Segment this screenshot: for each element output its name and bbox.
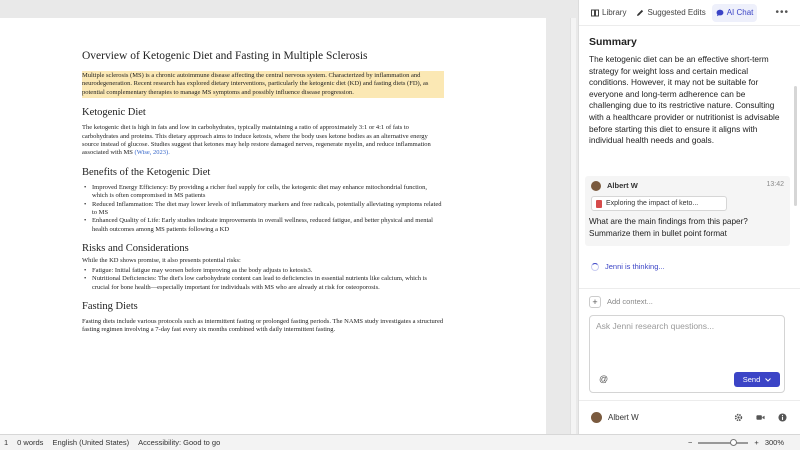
zoom-slider-knob[interactable] xyxy=(730,438,738,446)
citation-link[interactable]: (Wise, 2023). xyxy=(135,149,170,156)
keto-paragraph: The ketogenic diet is high in fats and l… xyxy=(82,124,444,158)
footer-icons xyxy=(734,413,787,422)
zoom-slider[interactable] xyxy=(698,438,749,446)
list-item: Enhanced Quality of Life: Early studies … xyxy=(82,217,444,234)
keto-heading: Ketogenic Diet xyxy=(82,107,146,119)
gear-icon[interactable] xyxy=(734,413,743,422)
zoom-controls: − + 300% xyxy=(688,438,784,447)
info-icon[interactable] xyxy=(778,413,787,422)
fasting-paragraph: Fasting diets include various protocols … xyxy=(82,317,444,334)
pencil-icon xyxy=(637,9,644,16)
summary-title: Summary xyxy=(589,36,637,48)
send-label: Send xyxy=(742,375,761,384)
tab-suggested-edits[interactable]: Suggested Edits xyxy=(632,4,709,22)
spinner-icon xyxy=(591,262,599,271)
attachment-label: Exploring the impact of keto... xyxy=(606,200,699,207)
scrollbar-thumb[interactable] xyxy=(794,86,797,206)
chat-icon xyxy=(716,9,724,16)
more-options-icon[interactable]: ••• xyxy=(775,7,789,18)
panel-scrollbar[interactable] xyxy=(794,26,799,288)
risks-heading: Risks and Considerations xyxy=(82,243,189,255)
message-text: What are the main findings from this pap… xyxy=(589,217,748,238)
pdf-icon xyxy=(596,199,602,208)
video-icon[interactable] xyxy=(756,413,765,422)
message-time: 13:42 xyxy=(766,181,784,188)
highlighted-intro: Multiple sclerosis (MS) is a chronic aut… xyxy=(82,71,444,99)
document-title: Overview of Ketogenic Diet and Fasting i… xyxy=(82,50,368,62)
chevron-down-icon xyxy=(765,377,772,382)
word-count[interactable]: 0 words xyxy=(17,438,43,447)
avatar xyxy=(591,181,601,191)
thinking-text: Jenni is thinking... xyxy=(605,262,665,271)
chat-history[interactable]: Summary The ketogenic diet can be an eff… xyxy=(579,26,800,288)
message-author: Albert W xyxy=(607,181,638,190)
add-context-button[interactable]: + xyxy=(589,295,601,308)
panel-footer: Albert W xyxy=(579,400,800,434)
library-icon xyxy=(591,9,599,16)
user-message: Albert W 13:42 Exploring the impact of k… xyxy=(585,176,790,246)
document-scrollbar[interactable] xyxy=(570,18,576,434)
zoom-level[interactable]: 300% xyxy=(765,438,784,447)
list-item: Nutritional Deficiencies: The diet's low… xyxy=(82,275,444,292)
zoom-out-button[interactable]: − xyxy=(688,438,692,447)
tab-library[interactable]: Library xyxy=(587,4,630,22)
risks-list: Fatigue: Initial fatigue may worsen befo… xyxy=(82,267,444,292)
add-context-label[interactable]: Add context... xyxy=(607,297,653,306)
panel-tabs: Library Suggested Edits AI Chat ••• xyxy=(579,0,800,26)
send-button[interactable]: Send xyxy=(734,372,780,387)
list-item: Improved Energy Efficiency: By providing… xyxy=(82,184,444,201)
page-number: 1 xyxy=(4,438,9,447)
risks-intro: While the KD shows promise, it also pres… xyxy=(82,257,241,265)
language-status[interactable]: English (United States) xyxy=(52,438,129,447)
mention-button[interactable]: @ xyxy=(599,374,608,384)
tab-ai-chat-label: AI Chat xyxy=(726,8,754,17)
accessibility-status[interactable]: Accessibility: Good to go xyxy=(138,438,220,447)
avatar[interactable] xyxy=(591,412,602,423)
tab-ai-chat[interactable]: AI Chat xyxy=(711,3,758,22)
chat-input[interactable] xyxy=(596,321,780,361)
footer-user-name: Albert W xyxy=(608,413,639,422)
fasting-heading: Fasting Diets xyxy=(82,300,138,312)
document-area: Overview of Ketogenic Diet and Fasting i… xyxy=(0,0,578,434)
tab-library-label: Library xyxy=(602,8,627,17)
ai-side-panel: Library Suggested Edits AI Chat ••• Summ… xyxy=(578,0,800,434)
intro-paragraph: Multiple sclerosis (MS) is a chronic aut… xyxy=(82,71,444,99)
summary-text: The ketogenic diet can be an effective s… xyxy=(589,54,780,146)
zoom-in-button[interactable]: + xyxy=(754,438,758,447)
document-page[interactable]: Overview of Ketogenic Diet and Fasting i… xyxy=(0,18,546,434)
context-row: + Add context... xyxy=(579,288,800,314)
chat-input-box: @ Send xyxy=(589,315,785,393)
benefits-heading: Benefits of the Ketogenic Diet xyxy=(82,166,211,178)
list-item: Reduced Inflammation: The diet may lower… xyxy=(82,201,444,218)
list-item: Fatigue: Initial fatigue may worsen befo… xyxy=(82,267,444,276)
status-bar: 1 0 words English (United States) Access… xyxy=(0,434,800,450)
attachment-chip[interactable]: Exploring the impact of keto... xyxy=(591,196,727,211)
tab-suggested-edits-label: Suggested Edits xyxy=(647,8,706,17)
benefits-list: Improved Energy Efficiency: By providing… xyxy=(82,184,444,234)
document-content[interactable]: Overview of Ketogenic Diet and Fasting i… xyxy=(82,50,444,335)
thinking-indicator: Jenni is thinking... xyxy=(591,262,665,271)
